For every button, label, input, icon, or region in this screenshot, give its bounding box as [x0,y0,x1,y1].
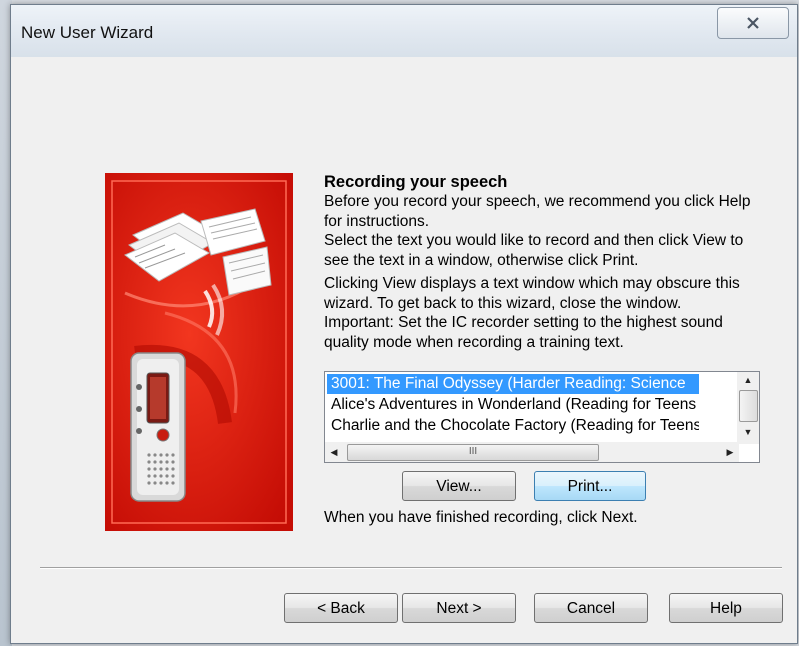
title-bar: New User Wizard [11,5,797,57]
back-button[interactable]: < Back [284,593,398,623]
wizard-illustration [105,173,293,531]
instruction-important: Important: Set the IC recorder setting t… [324,314,723,351]
list-item[interactable]: Charlie and the Chocolate Factory (Readi… [327,416,699,436]
training-text-listbox[interactable]: 3001: The Final Odyssey (Harder Reading:… [324,371,760,463]
view-button[interactable]: View... [402,471,516,501]
cancel-button[interactable]: Cancel [534,593,648,623]
help-button[interactable]: Help [669,593,783,623]
close-button[interactable] [717,7,789,39]
scroll-down-icon[interactable]: ▼ [737,424,759,440]
wizard-window: New User Wizard Recording your speech Be… [10,4,798,644]
vertical-scroll-thumb[interactable] [739,390,758,422]
horizontal-scroll-thumb[interactable]: III [347,444,599,461]
instruction-view-warning: Clicking View displays a text window whi… [324,275,740,312]
vertical-scrollbar[interactable]: ▲ ▼ [737,372,759,444]
scroll-left-icon[interactable]: ◀ [325,442,343,462]
ic-recorder-icon [130,352,186,502]
section-heading: Recording your speech [324,173,508,191]
wizard-body: Recording your speech Before you record … [20,57,788,637]
scroll-up-icon[interactable]: ▲ [737,372,759,388]
next-button[interactable]: Next > [402,593,516,623]
print-button[interactable]: Print... [534,471,646,501]
finish-instruction: When you have finished recording, click … [324,509,638,526]
close-icon [747,17,759,29]
instruction-select: Select the text you would like to record… [324,232,744,269]
separator [40,567,782,569]
window-title: New User Wizard [21,23,154,42]
instruction-help: Before you record your speech, we recomm… [324,193,751,230]
list-item[interactable]: 3001: The Final Odyssey (Harder Reading:… [327,374,699,394]
instructions: Recording your speech Before you record … [324,172,764,352]
scroll-right-icon[interactable]: ▶ [721,442,739,462]
horizontal-scrollbar[interactable]: ◀ III ▶ [325,442,739,462]
list-item[interactable]: Alice's Adventures in Wonderland (Readin… [327,395,699,415]
